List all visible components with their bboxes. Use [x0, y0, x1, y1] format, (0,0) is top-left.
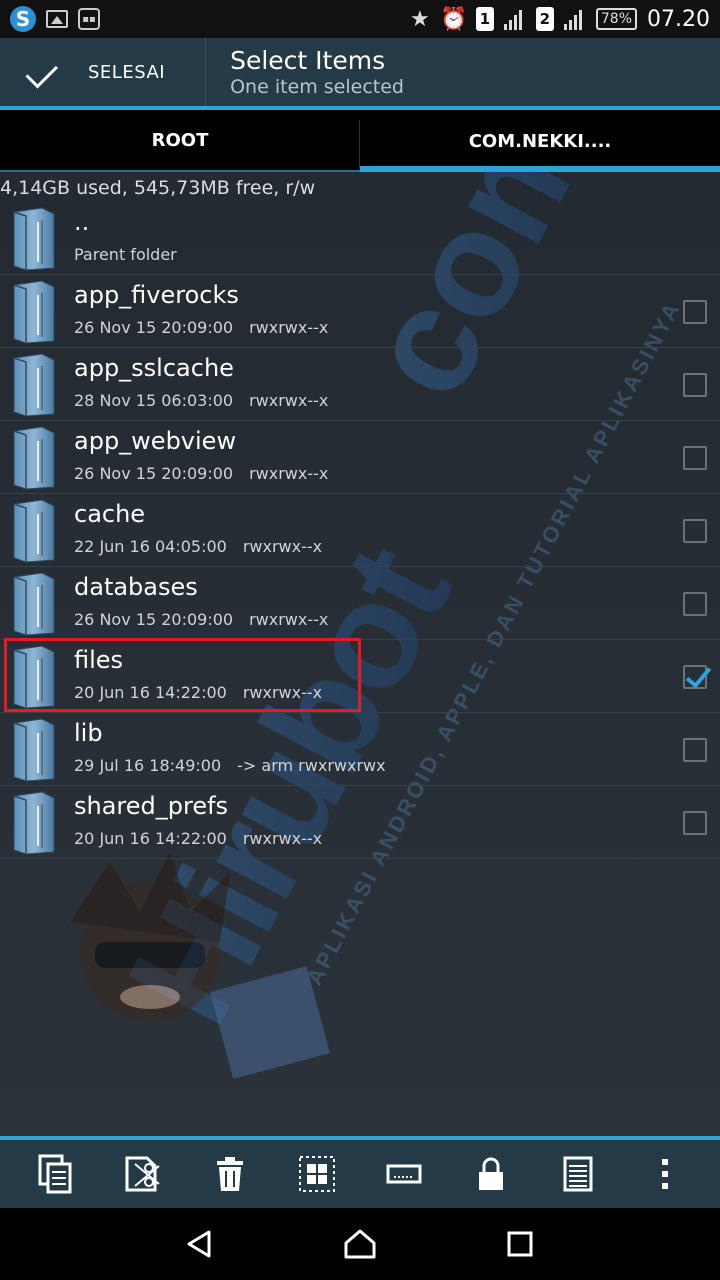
file-name: .. [74, 208, 90, 236]
sim1-badge: 1 [475, 7, 494, 31]
file-date: 22 Jun 16 04:05:00 [74, 537, 227, 556]
file-list: .. Parent folder app_fiverocks 26 Nov 15 20… [0, 202, 720, 859]
star-icon: ★ [410, 6, 430, 32]
file-meta: 20 Jun 16 14:22:00 rwxrwx--x [74, 828, 322, 850]
folder-icon [12, 498, 56, 564]
action-bar-titles: Select Items One item selected [206, 46, 404, 98]
select-checkbox[interactable] [683, 446, 707, 470]
signal-icon [503, 8, 526, 30]
file-name: databases [74, 573, 198, 601]
file-meta: 26 Nov 15 20:09:00 rwxrwx--x [74, 609, 328, 631]
file-date: 28 Nov 15 06:03:00 [74, 391, 234, 410]
file-permissions: rwxrwx--x [249, 610, 329, 629]
action-bar: SELESAI Select Items One item selected [0, 38, 720, 106]
folder-icon [12, 717, 56, 783]
bottom-toolbar [0, 1136, 720, 1208]
folder-icon [12, 206, 56, 272]
delete-icon[interactable] [206, 1150, 254, 1198]
file-meta: 29 Jul 16 18:49:00 -> arm rwxrwxrwx [74, 755, 386, 777]
file-name: app_webview [74, 427, 237, 455]
rename-icon[interactable] [380, 1150, 428, 1198]
alarm-icon: ⏰ [440, 6, 468, 32]
recents-icon[interactable] [496, 1220, 544, 1268]
file-meta: 22 Jun 16 04:05:00 rwxrwx--x [74, 536, 322, 558]
select-checkbox[interactable] [683, 373, 707, 397]
select-checkbox[interactable] [683, 519, 707, 543]
select-checkbox[interactable] [683, 738, 707, 762]
tab-com-nekki[interactable]: COM.NEKKI.... [360, 110, 720, 172]
select-all-icon[interactable] [293, 1150, 341, 1198]
file-permissions: rwxrwx--x [249, 318, 329, 337]
select-checkbox[interactable] [683, 592, 707, 616]
file-permissions: rwxrwx--x [242, 537, 323, 556]
file-row[interactable]: lib 29 Jul 16 18:49:00 -> arm rwxrwxrwx [0, 713, 720, 786]
battery-icon: 78% [595, 8, 638, 30]
file-name: cache [74, 500, 146, 528]
page-title: Select Items [230, 46, 386, 75]
file-name: shared_prefs [74, 792, 229, 820]
selection-count: One item selected [230, 76, 404, 98]
more-icon[interactable] [641, 1150, 689, 1198]
file-row[interactable]: shared_prefs 20 Jun 16 14:22:00 rwxrwx--x [0, 786, 720, 859]
gallery-icon [46, 10, 68, 28]
file-permissions: rwxrwx--x [249, 391, 329, 410]
clock: 07.20 [647, 6, 710, 32]
file-date: 29 Jul 16 18:49:00 [74, 756, 222, 775]
folder-icon [12, 571, 56, 637]
done-button[interactable]: SELESAI [0, 38, 207, 106]
done-label: SELESAI [88, 61, 166, 83]
file-meta: 26 Nov 15 20:09:00 rwxrwx--x [74, 317, 328, 339]
file-permissions: -> arm rwxrwxrwx [237, 756, 386, 775]
navigation-bar [0, 1208, 720, 1280]
bbm-icon: ▪▪ [78, 8, 100, 30]
properties-icon[interactable] [554, 1150, 602, 1198]
file-row[interactable]: cache 22 Jun 16 04:05:00 rwxrwx--x [0, 494, 720, 567]
cut-icon[interactable] [119, 1150, 167, 1198]
file-permissions: rwxrwx--x [249, 464, 329, 483]
file-date: 26 Nov 15 20:09:00 [74, 318, 234, 337]
file-date: 26 Nov 15 20:09:00 [74, 610, 234, 629]
file-row[interactable]: .. Parent folder [0, 202, 720, 275]
file-date: Parent folder [74, 245, 177, 264]
tab-bar: ROOT COM.NEKKI.... [0, 110, 720, 172]
lock-icon[interactable] [467, 1150, 515, 1198]
file-name: app_fiverocks [74, 281, 239, 309]
highlight-box [4, 638, 361, 712]
status-bar: S ▪▪ ★ ⏰ 1 2 78% 07.20 [0, 0, 720, 38]
file-meta: Parent folder [74, 244, 177, 266]
file-row[interactable]: app_webview 26 Nov 15 20:09:00 rwxrwx--x [0, 421, 720, 494]
file-meta: 28 Nov 15 06:03:00 rwxrwx--x [74, 390, 328, 412]
select-checkbox[interactable] [683, 811, 707, 835]
signal-icon [563, 8, 586, 30]
sim2-badge: 2 [535, 7, 554, 31]
tab-root[interactable]: ROOT [0, 110, 360, 172]
check-icon [28, 58, 64, 86]
file-row[interactable]: databases 26 Nov 15 20:09:00 rwxrwx--x [0, 567, 720, 640]
file-name: app_sslcache [74, 354, 234, 382]
file-name: lib [74, 719, 103, 747]
skype-icon: S [10, 6, 36, 32]
back-icon[interactable] [176, 1220, 224, 1268]
folder-icon [12, 425, 56, 491]
file-row[interactable]: app_fiverocks 26 Nov 15 20:09:00 rwxrwx--x [0, 275, 720, 348]
folder-icon [12, 352, 56, 418]
file-date: 26 Nov 15 20:09:00 [74, 464, 234, 483]
storage-info: 4,14GB used, 545,73MB free, r/w [0, 177, 316, 199]
select-checkbox[interactable] [683, 300, 707, 324]
file-row[interactable]: app_sslcache 28 Nov 15 06:03:00 rwxrwx--x [0, 348, 720, 421]
file-permissions: rwxrwx--x [242, 829, 323, 848]
copy-icon[interactable] [32, 1150, 80, 1198]
folder-icon [12, 279, 56, 345]
file-meta: 26 Nov 15 20:09:00 rwxrwx--x [74, 463, 328, 485]
select-checkbox[interactable] [683, 665, 707, 689]
folder-icon [12, 790, 56, 856]
home-icon[interactable] [336, 1220, 384, 1268]
file-browser: Hirubot APLIKASI ANDROID, APPLE, DAN TUT… [0, 172, 720, 1136]
file-date: 20 Jun 16 14:22:00 [74, 829, 227, 848]
